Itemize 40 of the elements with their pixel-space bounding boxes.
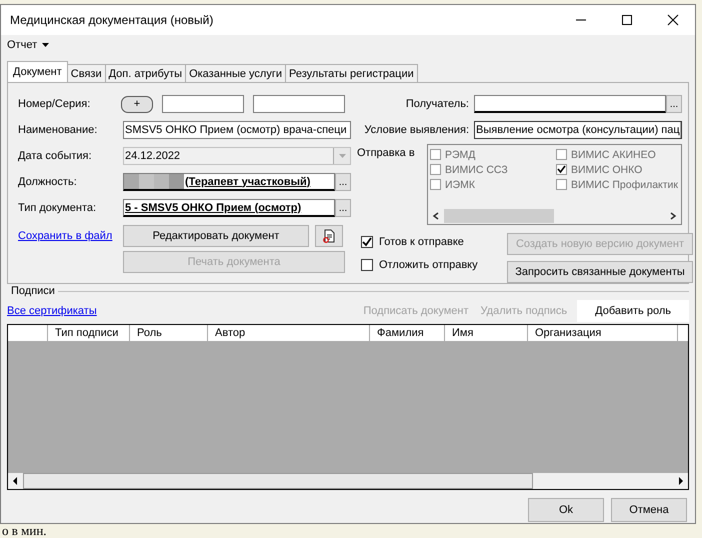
column-header[interactable]: Фамилия — [370, 325, 445, 341]
all-certificates-link[interactable]: Все сертификаты — [7, 305, 97, 317]
action-button[interactable]: Запросить связанные документы — [507, 261, 693, 283]
field-label: Наименование: — [18, 124, 98, 136]
field-label: Получатель: — [404, 98, 469, 110]
group-title: Подписи — [10, 285, 55, 297]
field-label: Условие выявления: — [363, 124, 469, 136]
report-menu[interactable]: Отчет — [7, 39, 50, 51]
browse-button[interactable]: ... — [335, 199, 351, 217]
name-field[interactable]: SMSV5 ОНКО Прием (осмотр) врача-специ — [123, 121, 351, 139]
column-header[interactable]: Организация — [528, 325, 678, 341]
add-button[interactable]: + — [121, 96, 153, 112]
edit-document-button[interactable]: Редактировать документ — [123, 225, 309, 247]
lookup-field[interactable]: (Терапевт участковый) — [123, 173, 335, 191]
browse-button[interactable]: ... — [335, 173, 351, 191]
tab[interactable]: Оказанные услуги — [185, 64, 286, 82]
save-to-file-link[interactable]: Сохранить в файл — [18, 230, 118, 242]
column-header[interactable]: Имя — [445, 325, 528, 341]
tab[interactable]: Документ — [7, 61, 68, 82]
field-label: Должность: — [18, 176, 78, 188]
column-header[interactable]: Тип подписи — [48, 325, 130, 341]
column-header[interactable]: Автор — [208, 325, 370, 341]
checkbox-option[interactable]: Готов к отправке — [361, 230, 507, 253]
browse-button[interactable]: ... — [666, 95, 682, 113]
tab[interactable]: Результаты регистрации — [285, 64, 418, 82]
field-label: Тип документа: — [18, 202, 98, 214]
date-field[interactable]: 24.12.2022 — [123, 147, 351, 165]
field-label: Номер/Серия: — [18, 98, 92, 110]
column-header[interactable]: Роль — [130, 325, 208, 341]
dialog-button[interactable]: Отмена — [611, 498, 687, 522]
tab[interactable]: Доп. атрибуты — [104, 64, 186, 82]
field-label: Отправка в — [357, 146, 416, 161]
lookup-field[interactable]: 5 - SMSV5 ОНКО Прием (осмотр) — [123, 199, 335, 217]
window-title: Медицинская документация (новый) — [10, 13, 214, 27]
signature-action-button[interactable]: Добавить роль — [577, 300, 689, 322]
checkbox-option[interactable]: Отложить отправку — [361, 253, 507, 276]
background-text: о в мин. — [2, 523, 47, 538]
dialog-button[interactable]: Ok — [528, 498, 604, 522]
field-label: Дата события: — [18, 150, 93, 162]
condition-select[interactable]: Выявление осмотра (консультации) пац — [474, 121, 682, 139]
